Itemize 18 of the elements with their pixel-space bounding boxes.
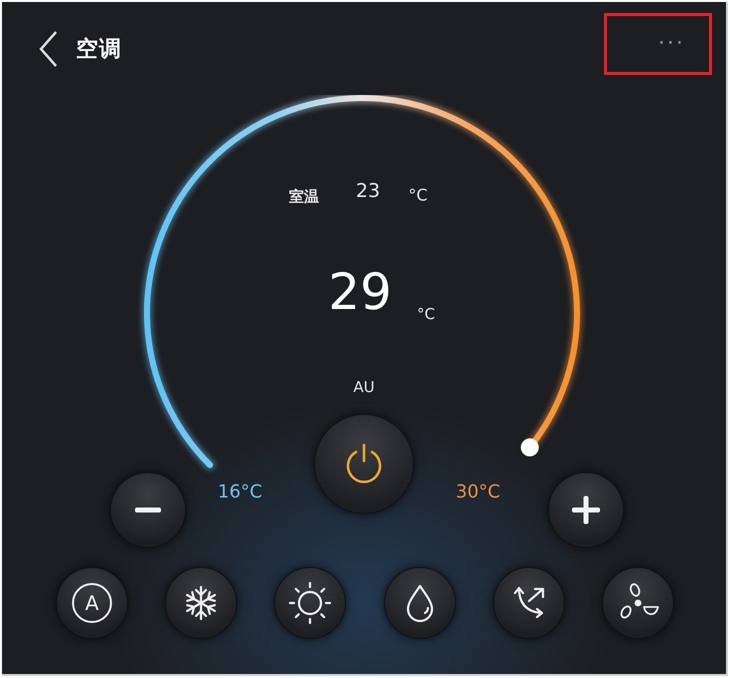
back-icon[interactable] [38, 30, 58, 68]
room-temp-value: 23 [356, 180, 380, 202]
set-temp-unit: °C [417, 305, 435, 323]
mode-button[interactable]: A [56, 567, 128, 639]
page-title: 空调 [76, 36, 123, 64]
max-temp-label: 30°C [456, 482, 500, 502]
set-temperature: 29 [328, 263, 392, 321]
slider-thumb[interactable] [520, 438, 539, 456]
room-temp-unit: °C [408, 186, 428, 204]
plus-icon [572, 496, 600, 524]
mode-label: AU [353, 378, 375, 396]
auto-mode-icon: A [72, 583, 112, 623]
room-temp-label: 室温 [289, 188, 319, 206]
minus-icon [135, 507, 161, 513]
more-button[interactable]: ··· [604, 12, 712, 74]
power-icon [344, 443, 384, 485]
sun-icon [288, 581, 332, 625]
min-temp-label: 16°C [218, 482, 262, 502]
